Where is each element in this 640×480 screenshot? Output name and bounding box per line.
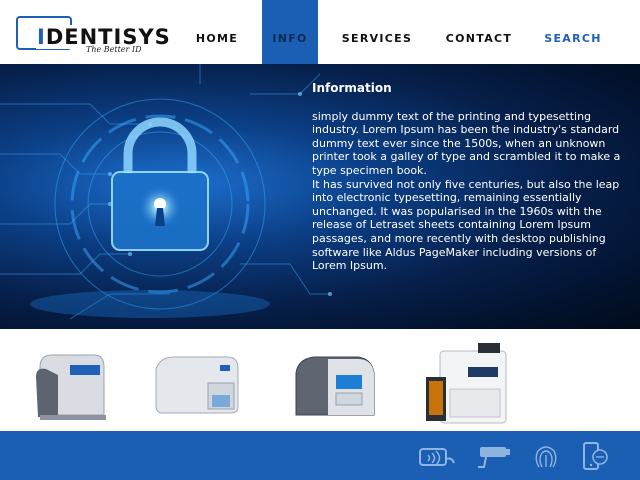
fingerprint-icon[interactable] [526,441,566,471]
card-printer-icon[interactable] [150,337,250,427]
footer [0,431,640,480]
hero-paragraph-1: simply dummy text of the printing and ty… [312,109,621,177]
logo[interactable]: IDENTISYS The Better ID [14,14,172,58]
header: IDENTISYS The Better ID HOME INFO SERVIC… [0,0,640,64]
nav-info[interactable]: INFO [262,0,318,64]
hero-paragraph-2: It has survived not only five centuries,… [312,177,620,273]
logo-tagline: The Better ID [86,45,142,54]
card-printer-icon[interactable] [30,337,130,427]
card-printer-icon[interactable] [288,337,388,427]
card-printer-icon[interactable] [420,337,520,427]
security-camera-icon[interactable] [474,441,514,471]
mobile-card-icon[interactable] [576,441,616,471]
hero-content: Information simply dummy text of the pri… [312,81,624,273]
nav-search[interactable]: SEARCH [528,0,618,64]
hero-title: Information [312,81,392,95]
nav-services[interactable]: SERVICES [332,0,422,64]
hero-banner: Information simply dummy text of the pri… [0,64,640,329]
nav-home[interactable]: HOME [172,0,262,64]
nav-contact[interactable]: CONTACT [434,0,524,64]
product-strip [0,329,640,431]
contactless-card-icon[interactable] [418,441,458,471]
